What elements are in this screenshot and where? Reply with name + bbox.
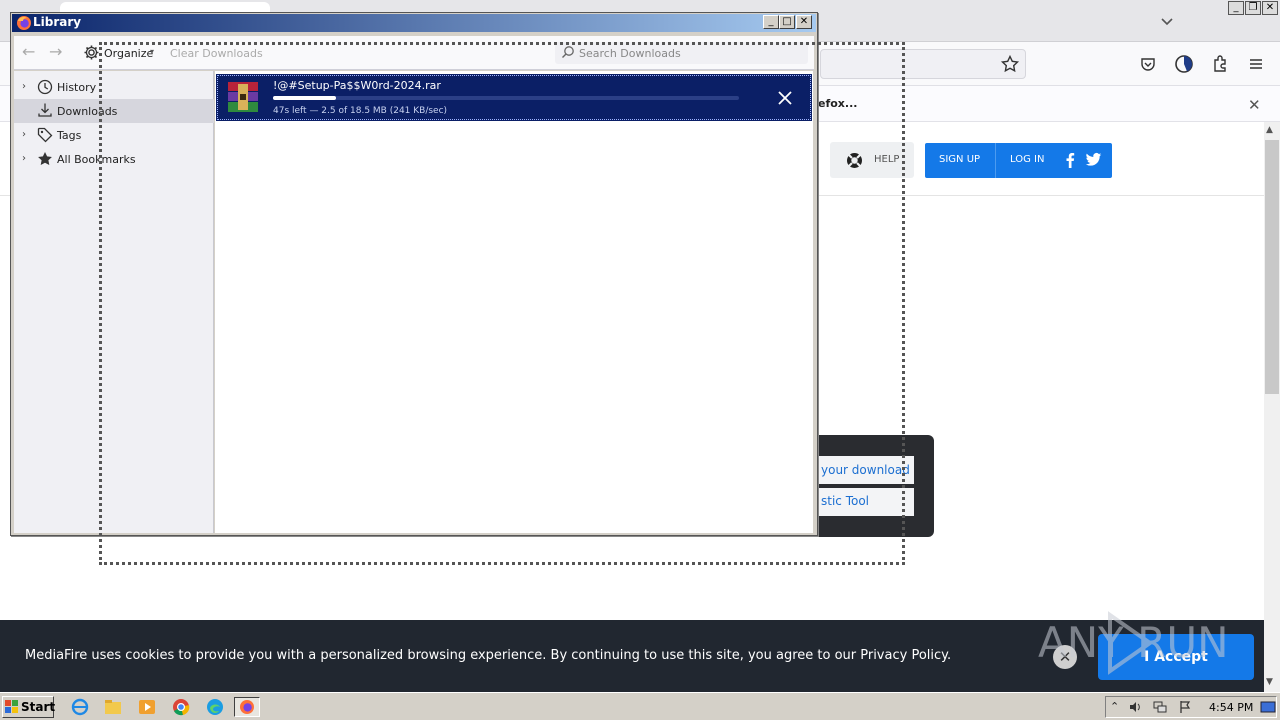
media-player-icon[interactable] xyxy=(136,697,158,717)
show-hidden-icons-icon[interactable]: ⌃ xyxy=(1110,700,1124,714)
hamburger-menu-icon[interactable] xyxy=(1246,54,1266,74)
organize-button[interactable]: Organize xyxy=(104,47,153,60)
gear-icon[interactable] xyxy=(83,44,100,61)
twitter-icon[interactable] xyxy=(1085,152,1102,168)
chevron-right-icon[interactable]: › xyxy=(22,81,26,92)
firefox-icon xyxy=(17,16,31,30)
download-progress-bar xyxy=(273,96,739,100)
show-desktop-icon[interactable] xyxy=(1260,700,1276,714)
sidebar-label-downloads: Downloads xyxy=(57,105,118,118)
diagnostic-panel xyxy=(816,435,934,537)
chrome-icon[interactable] xyxy=(170,697,192,717)
volume-icon[interactable] xyxy=(1128,700,1142,714)
downloads-list xyxy=(215,71,813,533)
pocket-icon[interactable] xyxy=(1138,54,1158,74)
forward-arrow-icon[interactable]: → xyxy=(49,44,67,60)
library-close-button[interactable]: ✕ xyxy=(796,15,812,29)
scrollbar-thumb[interactable] xyxy=(1265,140,1279,394)
sidebar-label-history: History xyxy=(57,81,97,94)
anyrun-watermark: ANY RUN xyxy=(1038,611,1229,675)
clear-downloads-button[interactable]: Clear Downloads xyxy=(170,47,263,60)
windows-flag-icon xyxy=(5,700,18,713)
sidebar-label-tags: Tags xyxy=(57,129,82,142)
ie-icon[interactable] xyxy=(69,697,91,717)
extensions-icon[interactable] xyxy=(1210,54,1230,74)
browser-close-button[interactable]: ✕ xyxy=(1262,1,1278,15)
url-bar[interactable] xyxy=(820,49,1026,79)
firefox-icon xyxy=(240,700,254,714)
taskbar-clock: 4:54 PM xyxy=(1209,701,1254,714)
cancel-download-icon[interactable] xyxy=(775,88,795,108)
auth-divider xyxy=(995,143,996,178)
browser-restore-button[interactable]: ❐ xyxy=(1245,1,1261,15)
library-title: Library xyxy=(33,15,82,29)
back-arrow-icon[interactable]: ← xyxy=(22,44,40,60)
panel-link-tool[interactable]: stic Tool xyxy=(821,494,869,508)
download-progress-icon[interactable] xyxy=(1174,54,1194,74)
login-button[interactable]: LOG IN xyxy=(1010,154,1044,165)
library-maximize-button[interactable]: □ xyxy=(779,15,795,29)
help-button[interactable] xyxy=(830,142,914,178)
facebook-icon[interactable] xyxy=(1063,152,1077,168)
chevron-right-icon[interactable]: › xyxy=(22,129,26,140)
notification-text: efox... xyxy=(818,97,858,110)
library-minimize-button[interactable]: _ xyxy=(763,15,779,29)
search-icon xyxy=(562,46,574,58)
scroll-down-icon[interactable]: ▼ xyxy=(1266,677,1273,687)
star-icon xyxy=(38,152,52,165)
winrar-archive-icon xyxy=(228,82,258,112)
edge-icon[interactable] xyxy=(204,697,226,717)
sidebar-label-all-bookmarks: All Bookmarks xyxy=(57,153,136,166)
clock-icon xyxy=(37,79,53,95)
action-center-flag-icon[interactable] xyxy=(1178,700,1192,714)
download-status: 47s left — 2.5 of 18.5 MB (241 KB/sec) xyxy=(273,106,448,116)
download-progress-fill xyxy=(273,96,336,100)
library-titlebar[interactable] xyxy=(12,14,816,32)
bookmark-star-icon[interactable] xyxy=(1000,54,1020,74)
search-placeholder: Search Downloads xyxy=(579,47,681,60)
network-icon[interactable] xyxy=(1153,700,1167,714)
taskbar xyxy=(0,692,1280,720)
chevron-right-icon[interactable]: › xyxy=(22,153,26,164)
watermark-text: ANY RUN xyxy=(1038,618,1229,667)
browser-minimize-button[interactable]: _ xyxy=(1228,1,1244,15)
firefox-taskbar-button[interactable] xyxy=(234,697,260,717)
explorer-icon[interactable] xyxy=(102,697,124,717)
panel-link-download[interactable]: your download xyxy=(821,463,910,477)
lifebuoy-icon xyxy=(847,153,862,168)
cookie-text: MediaFire uses cookies to provide you wi… xyxy=(25,648,952,663)
download-icon xyxy=(38,103,52,117)
chevron-down-icon: ▾ xyxy=(150,47,155,56)
close-icon[interactable]: ✕ xyxy=(1248,96,1261,114)
help-label: HELP xyxy=(874,154,900,165)
signup-button[interactable]: SIGN UP xyxy=(939,154,980,165)
download-filename: !@#Setup-Pa$$W0rd-2024.rar xyxy=(273,79,441,92)
chevron-down-icon[interactable] xyxy=(1158,12,1176,30)
tag-icon xyxy=(37,127,53,143)
scroll-up-icon[interactable]: ▲ xyxy=(1266,125,1273,135)
